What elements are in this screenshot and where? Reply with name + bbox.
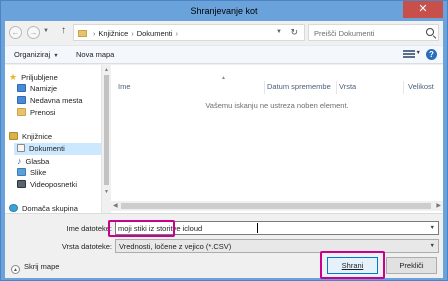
- column-divider[interactable]: [403, 81, 404, 94]
- breadcrumb-separator: ›: [175, 31, 178, 38]
- hide-folders-toggle[interactable]: ▲ Skrij mape: [11, 262, 59, 274]
- sort-caret-icon: ▲: [221, 75, 226, 81]
- filetype-select[interactable]: Vrednosti, ločene z vejico (*.CSV) ▼: [115, 239, 439, 253]
- file-list[interactable]: ▲ Ime Datum spremembe Vrsta Velikost Vaš…: [111, 65, 443, 213]
- breadcrumb-libraries[interactable]: Knjižnice: [98, 29, 128, 38]
- filename-dropdown[interactable]: ▼: [430, 225, 435, 231]
- save-button-highlight-box: [320, 251, 385, 279]
- column-header-date-modified[interactable]: Datum spremembe: [267, 82, 331, 94]
- sidebar-item-label: Domača skupina: [22, 204, 78, 213]
- sidebar-item-music[interactable]: ♪ Glasba: [17, 155, 49, 167]
- sidebar-item-favorites[interactable]: ★ Priljubljene: [9, 71, 58, 83]
- new-folder-button[interactable]: Nova mapa: [76, 50, 114, 59]
- navigation-pane: ★ Priljubljene Namizje Nedavna mesta Pren…: [5, 65, 102, 213]
- folder-icon: [78, 30, 87, 37]
- window-title: Shranjevanje kot: [190, 6, 258, 16]
- chevron-up-icon: ▲: [11, 265, 20, 274]
- sidebar-item-videos[interactable]: Videoposnetki: [17, 179, 77, 191]
- scrollbar-thumb[interactable]: [121, 203, 431, 209]
- recent-locations-dropdown[interactable]: ▼: [43, 28, 49, 34]
- breadcrumb-separator: ›: [131, 31, 134, 38]
- column-divider[interactable]: [336, 81, 337, 94]
- command-bar: Organiziraj ▼ Nova mapa ▼ ?: [5, 45, 443, 64]
- search-icon[interactable]: [426, 28, 434, 36]
- sidebar-item-recent-places[interactable]: Nedavna mesta: [17, 95, 83, 107]
- search-box[interactable]: Preišči Dokumenti: [308, 24, 439, 41]
- homegroup-icon: [9, 204, 18, 212]
- close-button[interactable]: ✕: [403, 1, 443, 18]
- downloads-folder-icon: [17, 108, 26, 116]
- scroll-left-arrow-icon[interactable]: ◀: [113, 202, 118, 209]
- sidebar-item-desktop[interactable]: Namizje: [17, 83, 57, 95]
- dialog-client: ← → ▼ ↑ › Knjižnice › Dokumenti › ▼ ↻ Preišč…: [5, 21, 443, 279]
- empty-list-message: Vašemu iskanju ne ustreza noben element.: [205, 101, 349, 110]
- back-button[interactable]: ←: [9, 26, 22, 39]
- pictures-icon: [17, 168, 26, 176]
- desktop-folder-icon: [17, 84, 26, 92]
- music-icon: ♪: [17, 156, 22, 166]
- sidebar-item-label: Namizje: [30, 84, 58, 93]
- sidebar-item-pictures[interactable]: Slike: [17, 167, 46, 179]
- sidebar-item-documents[interactable]: Dokumenti: [14, 143, 101, 155]
- organize-label: Organiziraj: [14, 50, 51, 59]
- breadcrumb-documents[interactable]: Dokumenti: [137, 29, 173, 38]
- recent-places-icon: [17, 96, 26, 104]
- sidebar-item-libraries[interactable]: Knjižnice: [9, 131, 52, 143]
- address-dropdown[interactable]: ▼: [276, 29, 282, 35]
- scroll-right-arrow-icon[interactable]: ▶: [436, 202, 441, 209]
- sidebar-item-label: Nedavna mesta: [30, 96, 83, 105]
- view-options-icon[interactable]: [403, 50, 415, 59]
- filetype-label: Vrsta datoteke:: [61, 242, 112, 251]
- up-button[interactable]: ↑: [61, 25, 66, 36]
- breadcrumb-separator: ›: [93, 31, 96, 38]
- navigation-pane-scrollbar[interactable]: ▲ ▼: [102, 65, 111, 213]
- cancel-button[interactable]: Prekliči: [386, 257, 437, 274]
- videos-icon: [17, 180, 26, 188]
- sidebar-item-homegroup[interactable]: Domača skupina: [9, 203, 78, 213]
- filetype-value: Vrednosti, ločene z vejico (*.CSV): [119, 242, 232, 251]
- hide-folders-label: Skrij mape: [24, 262, 60, 271]
- organize-menu[interactable]: Organiziraj ▼: [14, 50, 59, 59]
- sidebar-item-label: Dokumenti: [29, 144, 65, 153]
- sidebar-item-label: Slike: [30, 168, 47, 177]
- sidebar-item-label: Videoposnetki: [30, 180, 77, 189]
- forward-button[interactable]: →: [27, 26, 40, 39]
- scrollbar-thumb[interactable]: [104, 75, 109, 185]
- filename-highlight-box: [108, 220, 175, 237]
- dialog-footer: ▲ Skrij mape Shrani Prekliči: [5, 251, 443, 279]
- sidebar-item-label: Prenosi: [30, 108, 56, 117]
- sidebar-item-label: Glasba: [25, 157, 50, 166]
- refresh-icon[interactable]: ↻: [290, 27, 298, 38]
- save-form: Ime datoteke: moji stiki iz storitve icl…: [5, 213, 443, 255]
- column-divider[interactable]: [264, 81, 265, 94]
- chevron-down-icon: ▼: [429, 243, 435, 249]
- column-header-type[interactable]: Vrsta: [339, 82, 356, 94]
- view-options-dropdown[interactable]: ▼: [416, 50, 421, 56]
- navigation-bar: ← → ▼ ↑ › Knjižnice › Dokumenti › ▼ ↻ Preišč…: [5, 21, 443, 44]
- libraries-icon: [9, 132, 18, 140]
- text-caret: [257, 223, 258, 233]
- filename-label: Ime datoteke:: [66, 224, 112, 233]
- scroll-down-arrow-icon[interactable]: ▼: [104, 189, 109, 195]
- documents-icon: [17, 144, 25, 152]
- file-list-horizontal-scrollbar[interactable]: ◀ ▶: [111, 201, 443, 211]
- sidebar-item-label: Knjižnice: [22, 132, 53, 141]
- sidebar-item-label: Priljubljene: [21, 73, 58, 82]
- help-icon[interactable]: ?: [426, 49, 437, 60]
- star-icon: ★: [9, 72, 18, 82]
- sidebar-item-downloads[interactable]: Prenosi: [17, 107, 55, 119]
- column-header-size[interactable]: Velikost: [408, 82, 434, 94]
- address-bar[interactable]: › Knjižnice › Dokumenti › ▼ ↻: [73, 24, 305, 41]
- scroll-up-arrow-icon[interactable]: ▲: [104, 67, 109, 73]
- column-header-name[interactable]: Ime: [118, 82, 131, 94]
- search-input[interactable]: Preišči Dokumenti: [314, 29, 374, 38]
- title-bar[interactable]: Shranjevanje kot ✕: [1, 1, 447, 21]
- save-as-dialog: Shranjevanje kot ✕ ← → ▼ ↑ › Knjižnice › Do…: [0, 0, 448, 281]
- chevron-down-icon: ▼: [53, 53, 59, 59]
